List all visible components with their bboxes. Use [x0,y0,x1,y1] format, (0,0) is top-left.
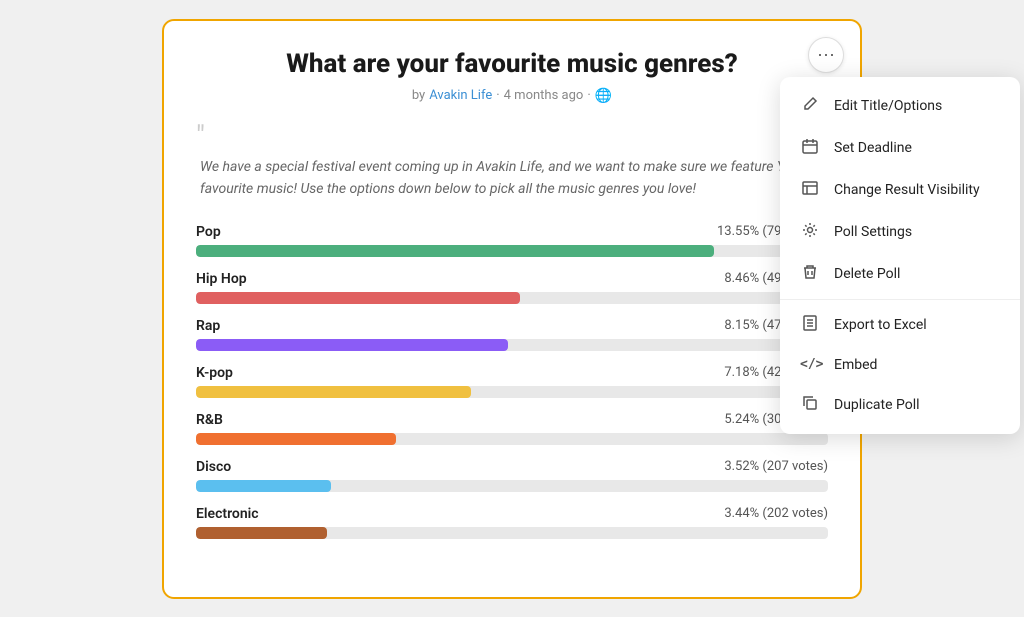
dropdown-label: Duplicate Poll [834,397,920,413]
dropdown-item-duplicate-poll[interactable]: Duplicate Poll [780,384,1020,426]
poll-description: We have a special festival event coming … [196,156,828,201]
dropdown-label: Delete Poll [834,266,900,282]
embed-icon: </> [800,357,820,372]
poll-card: ··· Edit Title/Options Set Deadlin [162,19,862,599]
poll-item: Rap 8.15% (479 votes) [196,318,828,351]
dropdown-label: Set Deadline [834,140,912,156]
dropdown-item-delete-poll[interactable]: Delete Poll [780,253,1020,295]
author-link[interactable]: Avakin Life [429,88,492,103]
poll-item: R&B 5.24% (308 votes) [196,412,828,445]
poll-bar-bg [196,292,828,304]
poll-bar-fill [196,527,327,539]
options-icon: ··· [817,44,835,65]
poll-item-label: Disco [196,459,231,475]
dropdown-label: Edit Title/Options [834,98,942,114]
poll-item-label: Hip Hop [196,271,247,287]
poll-bar-fill [196,292,520,304]
poll-bar-fill [196,339,508,351]
edit-icon [800,96,820,116]
dropdown-label: Embed [834,357,877,373]
excel-icon [800,315,820,335]
globe-icon: 🌐 [595,88,612,104]
poll-bar-fill [196,245,714,257]
dropdown-item-poll-settings[interactable]: Poll Settings [780,211,1020,253]
meta-dot: · [496,88,499,103]
poll-item-label: R&B [196,412,223,428]
dropdown-label: Export to Excel [834,317,927,333]
poll-bar-bg [196,245,828,257]
poll-item: Hip Hop 8.46% (497 votes) [196,271,828,304]
poll-bar-bg [196,480,828,492]
dropdown-item-embed[interactable]: </> Embed [780,346,1020,384]
dropdown-item-export-excel[interactable]: Export to Excel [780,304,1020,346]
poll-title: What are your favourite music genres? [196,49,828,80]
poll-item-label: Pop [196,224,221,240]
poll-bar-fill [196,480,331,492]
poll-bar-bg [196,433,828,445]
by-label: by [412,88,425,103]
poll-bar-bg [196,339,828,351]
meta-dot2: · [587,88,590,103]
poll-items-container: Pop 13.55% (796 votes) Hip Hop 8.46% (49… [196,224,828,539]
poll-item-label: Rap [196,318,220,334]
visibility-icon [800,180,820,200]
options-button[interactable]: ··· [808,37,844,73]
dropdown-item-edit-title[interactable]: Edit Title/Options [780,85,1020,127]
poll-item: K-pop 7.18% (422 votes) [196,365,828,398]
dropdown-label: Change Result Visibility [834,182,980,198]
poll-bar-fill [196,433,396,445]
poll-item-label: K-pop [196,365,233,381]
dropdown-item-change-visibility[interactable]: Change Result Visibility [780,169,1020,211]
quote-icon: " [196,122,828,150]
trash-icon [800,264,820,284]
poll-meta: by Avakin Life · 4 months ago · 🌐 [196,88,828,104]
calendar-icon [800,138,820,158]
time-ago: 4 months ago [504,88,584,103]
poll-bar-fill [196,386,471,398]
poll-item-label: Electronic [196,506,259,522]
poll-item-stats: 3.44% (202 votes) [724,506,828,522]
poll-item-stats: 3.52% (207 votes) [724,459,828,475]
poll-item: Disco 3.52% (207 votes) [196,459,828,492]
dropdown-item-set-deadline[interactable]: Set Deadline [780,127,1020,169]
poll-bar-bg [196,386,828,398]
poll-item: Electronic 3.44% (202 votes) [196,506,828,539]
dropdown-menu: Edit Title/Options Set Deadline [780,77,1020,434]
poll-bar-bg [196,527,828,539]
poll-item: Pop 13.55% (796 votes) [196,224,828,257]
dropdown-label: Poll Settings [834,224,912,240]
dropdown-divider [780,299,1020,300]
settings-icon [800,222,820,242]
duplicate-icon [800,395,820,415]
